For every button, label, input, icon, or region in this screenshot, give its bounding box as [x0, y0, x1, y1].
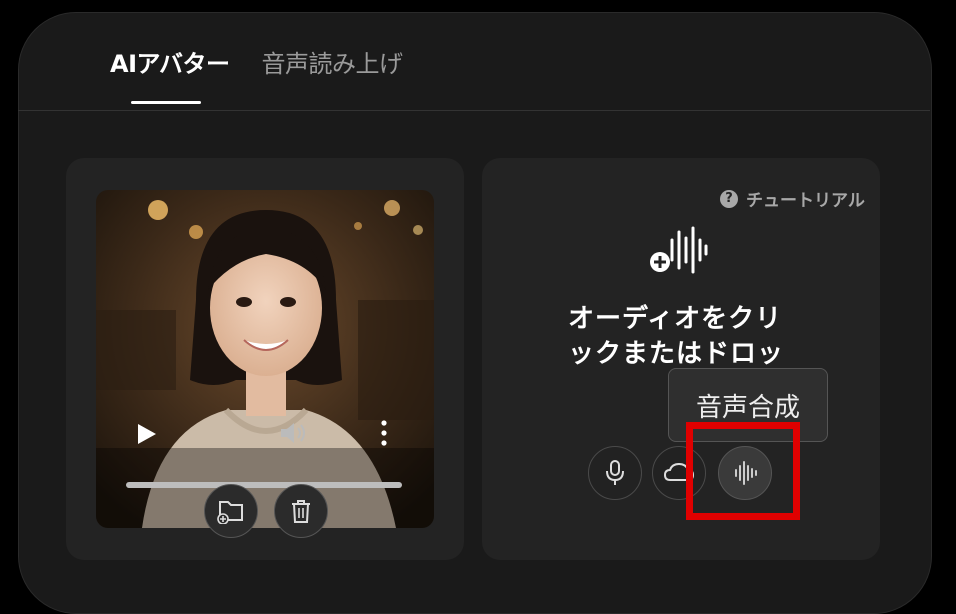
- tutorial-label: チュートリアル: [746, 191, 865, 211]
- tutorial-link[interactable]: ? チュートリアル: [720, 186, 865, 211]
- audio-add-icon[interactable]: [648, 226, 708, 274]
- tab-voice-reading[interactable]: 音声読み上げ: [262, 44, 404, 84]
- active-tab-indicator: [131, 101, 201, 104]
- tab-bar: AIアバター 音声読み上げ: [110, 44, 403, 84]
- video-progress-bar[interactable]: [126, 482, 402, 488]
- delete-button[interactable]: [274, 484, 328, 538]
- tab-divider: [18, 110, 930, 111]
- volume-icon[interactable]: [278, 418, 308, 448]
- add-folder-button[interactable]: [204, 484, 258, 538]
- folder-add-icon: [217, 501, 243, 524]
- help-icon: ?: [720, 189, 738, 208]
- microphone-icon: [606, 460, 624, 485]
- tab-ai-avatar[interactable]: AIアバター: [110, 44, 230, 84]
- avatar-video[interactable]: [96, 190, 434, 528]
- record-button[interactable]: [588, 446, 642, 500]
- highlight-box: [686, 422, 800, 520]
- play-icon[interactable]: [136, 422, 158, 446]
- more-vertical-icon[interactable]: [380, 418, 388, 448]
- avatar-image: [96, 190, 434, 528]
- drop-zone-text[interactable]: オーディオをクリックまたはドロップ: [568, 302, 800, 374]
- trash-icon: [292, 500, 310, 523]
